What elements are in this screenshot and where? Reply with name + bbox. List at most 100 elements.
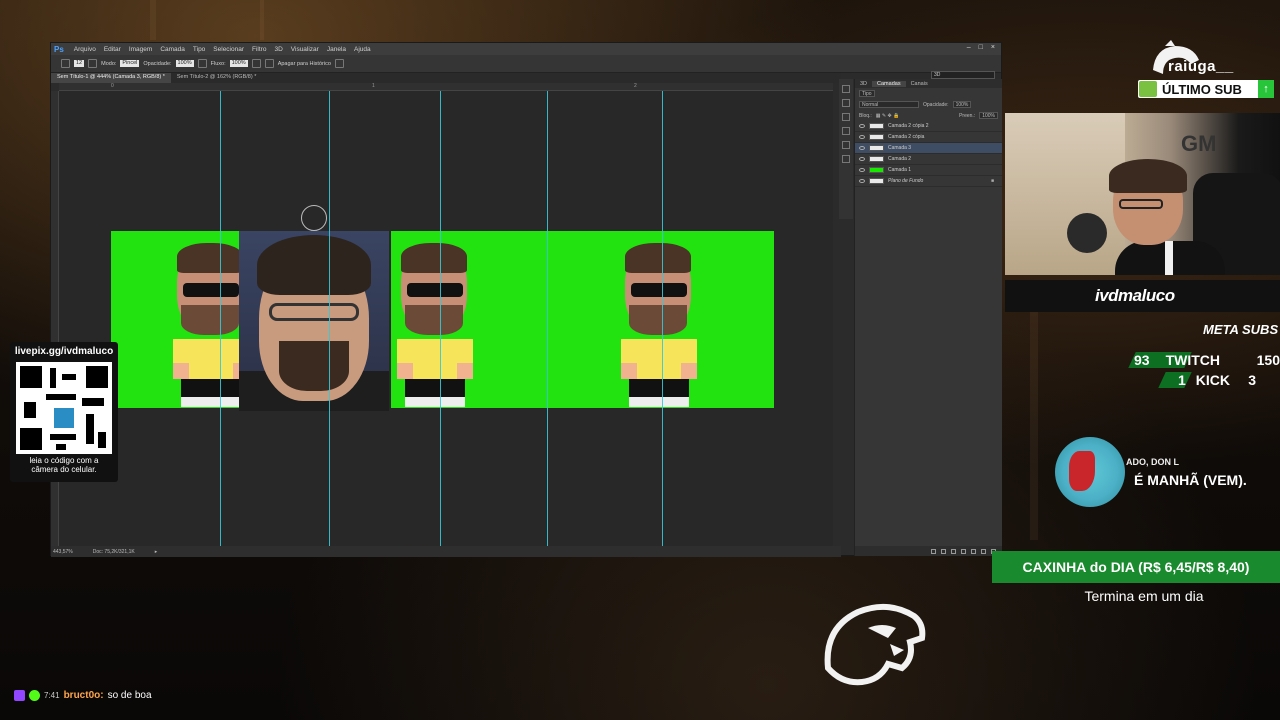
ruler-mark: 0	[111, 83, 114, 89]
sprite-arm	[397, 363, 413, 379]
menu-visualizar[interactable]: Visualizar	[287, 46, 323, 53]
tools-panel-icon[interactable]	[842, 155, 850, 163]
photoshop-window: Ps Arquivo Editar Imagem Camada Tipo Sel…	[50, 42, 1002, 557]
qr-module	[46, 394, 76, 400]
tab-canais[interactable]: Canais	[906, 81, 933, 87]
sprite-hair	[625, 243, 691, 273]
eye-icon[interactable]	[859, 124, 865, 128]
layer-row[interactable]: Camada 2 cópia	[855, 132, 1002, 143]
lock-icons[interactable]: ▦ ✎ ✥ 🔒	[876, 113, 900, 119]
new-layer-icon[interactable]	[981, 548, 986, 554]
layer-row[interactable]: Camada 2	[855, 154, 1002, 165]
sub-badge-icon	[29, 690, 40, 701]
guide-line[interactable]	[547, 91, 548, 546]
guide-line[interactable]	[329, 91, 330, 546]
historico-label: Apagar para Histórico	[277, 60, 331, 67]
bg-light-streak	[150, 0, 156, 40]
layer-name: Camada 2 cópia 2	[888, 123, 929, 129]
guide-line[interactable]	[440, 91, 441, 546]
status-arrow-icon[interactable]: ▸	[155, 549, 158, 555]
lock-label: Bloq.:	[859, 112, 872, 119]
guide-line[interactable]	[662, 91, 663, 546]
canvas-area[interactable]	[59, 91, 833, 546]
layer-row[interactable]: Plano de Fundo ■	[855, 176, 1002, 187]
tab-camadas[interactable]: Camadas	[872, 80, 906, 87]
menu-janela[interactable]: Janela	[323, 46, 350, 53]
chat-message: 7:41 bruct0o: so de boa	[14, 690, 152, 701]
close-icon[interactable]: ×	[991, 44, 995, 51]
layer-filter-select[interactable]: Tipo	[859, 90, 875, 97]
green-image-left	[111, 231, 389, 411]
stream-scene: Ps Arquivo Editar Imagem Camada Tipo Sel…	[0, 0, 1280, 720]
pressure-size-icon[interactable]	[334, 59, 344, 68]
menu-imagem[interactable]: Imagem	[125, 46, 156, 53]
history-panel-icon[interactable]	[842, 85, 850, 93]
document-tabs: Sem Título-1 @ 444% (Camada 3, RGB/8) * …	[51, 73, 841, 83]
menu-ajuda[interactable]: Ajuda	[350, 46, 375, 53]
last-sub-banner: ÚLTIMO SUB ↑	[1138, 80, 1274, 98]
meta-kick-row: 1 KICK 3	[1158, 372, 1256, 388]
blend-row: Normal Opacidade: 100%	[855, 99, 1002, 110]
tab-3d[interactable]: 3D	[855, 81, 872, 87]
menu-filtro[interactable]: Filtro	[248, 46, 270, 53]
workspace-select[interactable]: 3D	[931, 71, 995, 79]
guide-line[interactable]	[220, 91, 221, 546]
opacidade-label: Opacidade:	[143, 60, 172, 67]
tab-document-1[interactable]: Sem Título-1 @ 444% (Camada 3, RGB/8) *	[51, 73, 171, 83]
link-icon[interactable]	[931, 548, 936, 554]
info-panel-icon[interactable]	[842, 113, 850, 121]
photo-hair	[257, 235, 371, 295]
menu-selecionar[interactable]: Selecionar	[209, 46, 248, 53]
last-sub-name: raiuga__	[1168, 58, 1234, 75]
zoom-level[interactable]: 443,57%	[53, 549, 73, 555]
properties-panel-icon[interactable]	[842, 99, 850, 107]
fill-input[interactable]: 100%	[979, 112, 998, 119]
eye-icon[interactable]	[859, 146, 865, 150]
sprite-beard	[181, 305, 239, 335]
minimize-icon[interactable]: –	[967, 44, 971, 51]
eye-icon[interactable]	[859, 157, 865, 161]
fx-icon[interactable]	[941, 548, 946, 554]
layer-row[interactable]: Camada 1	[855, 165, 1002, 176]
lock-icon: ■	[990, 178, 994, 184]
webcam-wall-logo: GM	[1181, 131, 1217, 156]
menu-3d[interactable]: 3D	[270, 46, 286, 53]
opacidade-input[interactable]: 100%	[175, 60, 194, 67]
collapsed-panels	[839, 79, 853, 219]
layer-opacity-input[interactable]: 100%	[952, 101, 972, 108]
modo-select[interactable]: Pincel	[120, 60, 140, 67]
fluxo-input[interactable]: 100%	[229, 60, 248, 67]
qr-finder	[20, 366, 42, 388]
modo-label: Modo:	[101, 60, 117, 67]
eye-icon[interactable]	[859, 168, 865, 172]
brush-size-value[interactable]: 12	[74, 60, 85, 67]
adjustment-icon[interactable]	[961, 548, 966, 554]
livepix-qr-panel: livepix.gg/ivdmaluco leia o código com a…	[10, 342, 118, 482]
arrow-up-icon: ↑	[1258, 80, 1274, 98]
airbrush-icon[interactable]	[251, 59, 261, 68]
qr-caption: leia o código com a câmera do celular.	[10, 456, 118, 474]
layer-name: Plano de Fundo	[888, 178, 924, 184]
brush-panel-icon[interactable]	[88, 59, 98, 68]
pressure-opacity-icon[interactable]	[197, 59, 207, 68]
menu-tipo[interactable]: Tipo	[189, 46, 209, 53]
character-panel-icon[interactable]	[842, 127, 850, 135]
panther-logo-icon	[824, 603, 926, 686]
eye-icon[interactable]	[859, 179, 865, 183]
blend-mode-select[interactable]: Normal	[859, 101, 919, 108]
tab-document-2[interactable]: Sem Título-2 @ 162% (RGB/8) *	[171, 73, 262, 83]
layer-row[interactable]: Camada 2 cópia 2	[855, 121, 1002, 132]
menu-editar[interactable]: Editar	[100, 46, 125, 53]
mask-icon[interactable]	[951, 548, 956, 554]
layer-row-selected[interactable]: Camada 3	[855, 143, 1002, 154]
menu-arquivo[interactable]: Arquivo	[70, 46, 100, 53]
menu-camada[interactable]: Camada	[156, 46, 189, 53]
caxinha-timer: Termina em um dia	[1084, 588, 1204, 604]
eye-icon[interactable]	[859, 135, 865, 139]
ruler-top: 0 1 2	[59, 83, 833, 91]
historico-checkbox[interactable]	[264, 59, 274, 68]
paragraph-panel-icon[interactable]	[842, 141, 850, 149]
maximize-icon[interactable]: □	[979, 44, 983, 51]
group-icon[interactable]	[971, 548, 976, 554]
eraser-tool-icon[interactable]	[61, 59, 70, 68]
